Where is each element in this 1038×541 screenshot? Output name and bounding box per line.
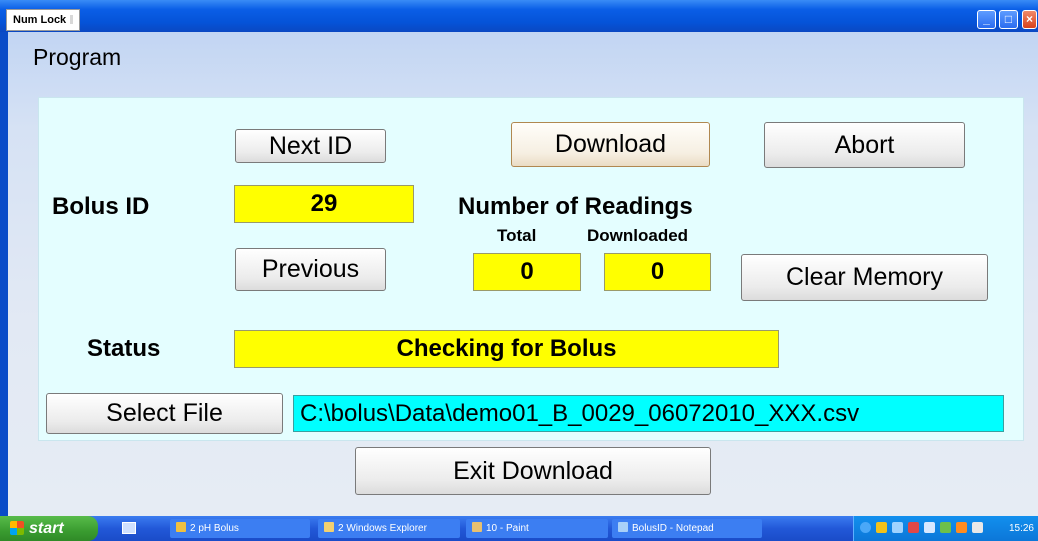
system-tray: 15:26 <box>853 516 1038 541</box>
network-icon[interactable] <box>892 522 903 533</box>
select-file-button[interactable]: Select File <box>46 393 283 434</box>
numlock-label: Num Lock <box>13 14 67 26</box>
close-button[interactable]: × <box>1022 10 1037 29</box>
clock: 15:26 <box>1008 523 1034 534</box>
taskbar-item-notepad[interactable]: BolusID - Notepad <box>612 519 762 538</box>
app-icon <box>176 522 186 532</box>
start-button[interactable]: start <box>0 516 98 541</box>
minimize-button[interactable]: _ <box>977 10 996 29</box>
taskbar: start 2 pH Bolus 2 Windows Explorer 10 -… <box>0 516 1038 541</box>
total-readings-field: 0 <box>473 253 581 291</box>
folder-icon <box>324 522 334 532</box>
bolus-id-field: 29 <box>234 185 414 223</box>
download-button[interactable]: Download <box>511 122 710 167</box>
downloaded-readings-field: 0 <box>604 253 711 291</box>
number-of-readings-label: Number of Readings <box>458 193 693 220</box>
windows-flag-icon <box>10 521 24 535</box>
total-label: Total <box>497 226 537 245</box>
clear-memory-button[interactable]: Clear Memory <box>741 254 988 301</box>
tray-app-icon[interactable] <box>956 522 967 533</box>
taskbar-item-label: 10 - Paint <box>486 523 529 534</box>
tray-arrow-icon[interactable] <box>860 522 871 533</box>
next-id-button[interactable]: Next ID <box>235 129 386 163</box>
quick-launch-icon[interactable] <box>122 522 136 534</box>
security-icon[interactable] <box>908 522 919 533</box>
taskbar-item-ph-bolus[interactable]: 2 pH Bolus <box>170 519 310 538</box>
notepad-icon <box>618 522 628 532</box>
paint-icon <box>472 522 482 532</box>
tray-app-icon[interactable] <box>972 522 983 533</box>
taskbar-item-label: 2 pH Bolus <box>190 523 239 534</box>
numlock-indicator: Num Lock <box>6 9 81 31</box>
previous-button[interactable]: Previous <box>235 248 386 291</box>
maximize-icon: □ <box>1004 12 1013 26</box>
downloaded-label: Downloaded <box>587 226 689 245</box>
shield-icon[interactable] <box>876 522 887 533</box>
close-icon: × <box>1025 12 1033 26</box>
status-label: Status <box>87 335 161 362</box>
taskbar-item-windows-explorer[interactable]: 2 Windows Explorer <box>318 519 460 538</box>
maximize-button[interactable]: □ <box>999 10 1018 29</box>
volume-icon[interactable] <box>924 522 935 533</box>
start-label: start <box>29 520 64 537</box>
caret-icon <box>70 15 74 24</box>
taskbar-item-label: BolusID - Notepad <box>632 523 714 534</box>
abort-button[interactable]: Abort <box>764 122 965 168</box>
bolus-id-label: Bolus ID <box>52 193 150 220</box>
exit-download-button[interactable]: Exit Download <box>355 447 711 495</box>
minimize-icon: _ <box>983 12 990 26</box>
window-titlebar: Num Lock _ □ × <box>0 0 1038 32</box>
status-field: Checking for Bolus <box>234 330 779 368</box>
program-heading: Program <box>33 44 122 70</box>
taskbar-item-paint[interactable]: 10 - Paint <box>466 519 608 538</box>
file-path-field: C:\bolus\Data\demo01_B_0029_06072010_XXX… <box>293 395 1004 432</box>
tray-app-icon[interactable] <box>940 522 951 533</box>
taskbar-item-label: 2 Windows Explorer <box>338 523 427 534</box>
